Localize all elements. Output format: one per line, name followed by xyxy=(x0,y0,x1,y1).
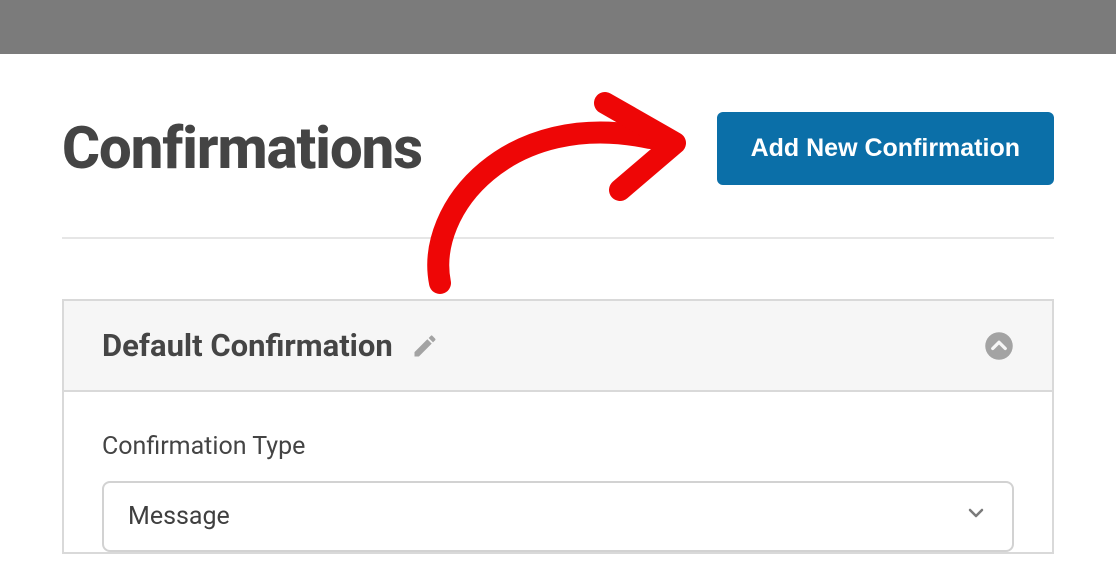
page-title: Confirmations xyxy=(62,115,422,183)
confirmation-type-select-wrap: Message xyxy=(102,481,1014,552)
chevron-up-circle-icon[interactable] xyxy=(984,331,1014,361)
confirmation-type-label: Confirmation Type xyxy=(102,432,1014,461)
add-new-confirmation-button[interactable]: Add New Confirmation xyxy=(717,112,1054,185)
panel-title: Default Confirmation xyxy=(102,327,393,364)
header-row: Confirmations Add New Confirmation xyxy=(62,56,1054,239)
content-container: Confirmations Add New Confirmation Defau… xyxy=(2,56,1114,554)
top-gray-band xyxy=(0,0,1116,54)
default-confirmation-panel: Default Confirmation Confirmation Typ xyxy=(62,299,1054,554)
page-card: Confirmations Add New Confirmation Defau… xyxy=(0,54,1116,574)
pencil-icon[interactable] xyxy=(411,332,439,360)
confirmation-type-select[interactable]: Message xyxy=(102,481,1014,552)
panel-header-left: Default Confirmation xyxy=(102,327,439,364)
confirmation-type-value: Message xyxy=(128,502,230,531)
chevron-down-icon xyxy=(964,501,988,532)
panel-body: Confirmation Type Message xyxy=(64,392,1052,552)
panel-header: Default Confirmation xyxy=(64,301,1052,392)
